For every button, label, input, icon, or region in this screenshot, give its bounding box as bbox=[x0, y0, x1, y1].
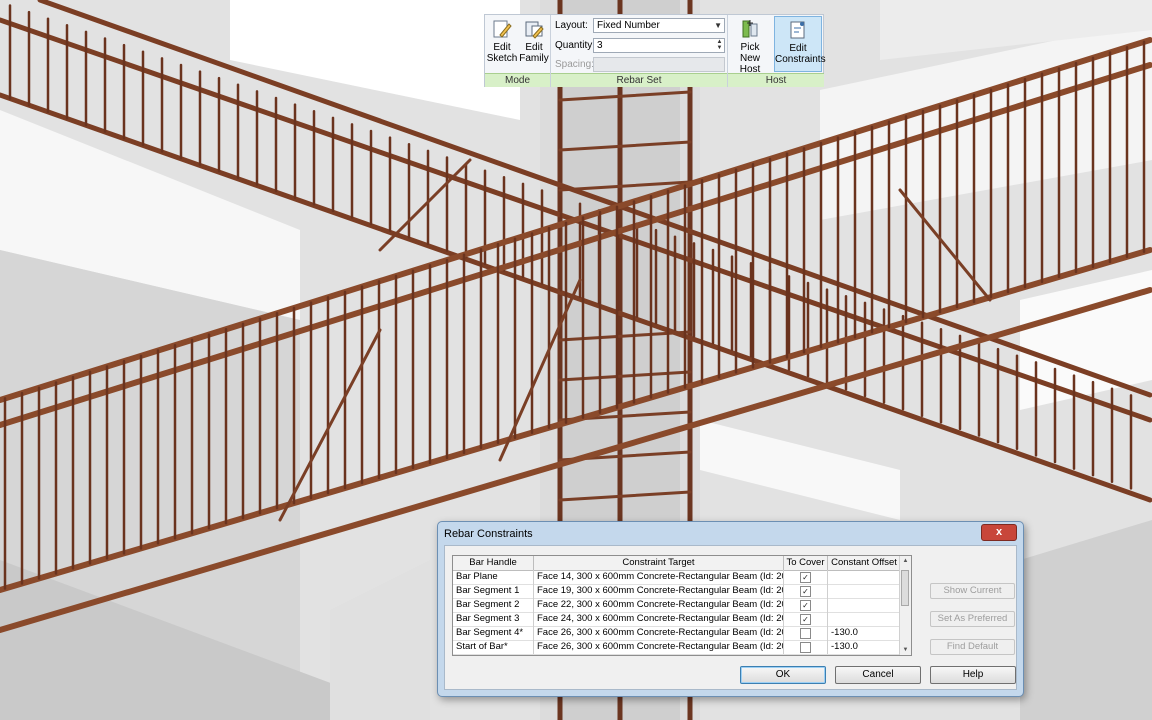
table-row[interactable]: Bar Plane Face 14, 300 x 600mm Concrete-R… bbox=[453, 570, 901, 585]
table-row[interactable]: Bar Segment 1 Face 19, 300 x 600mm Concre… bbox=[453, 584, 901, 599]
rebar-set-panel-title: Rebar Set bbox=[551, 73, 727, 87]
constraint-target-cell[interactable]: Face 22, 300 x 600mm Concrete-Rectangula… bbox=[534, 598, 784, 612]
family-edit-icon bbox=[525, 21, 544, 39]
to-cover-cell bbox=[784, 626, 828, 640]
ok-button[interactable]: OK bbox=[740, 666, 826, 684]
layout-dropdown[interactable]: Fixed Number ▼ bbox=[593, 18, 725, 33]
edit-constraints-label: Edit Constraints bbox=[775, 43, 826, 65]
table-row[interactable]: Bar Segment 4* Face 26, 300 x 600mm Concr… bbox=[453, 626, 901, 641]
mode-panel: Edit Sketch Edit Family Mode bbox=[485, 15, 551, 87]
column-header-to-cover[interactable]: To Cover bbox=[784, 556, 828, 570]
modify-rebar-ribbon: Edit Sketch Edit Family Mode Layout: Fix… bbox=[484, 14, 826, 87]
pick-new-host-label: Pick New Host bbox=[739, 42, 761, 75]
find-default-button: Find Default bbox=[930, 639, 1015, 655]
bar-handle-cell: Bar Plane bbox=[453, 570, 534, 584]
table-row[interactable]: Start of Bar* Face 26, 300 x 600mm Concre… bbox=[453, 640, 901, 655]
bar-handle-cell: Bar Segment 1 bbox=[453, 584, 534, 598]
constant-offset-cell[interactable] bbox=[828, 570, 901, 584]
constraints-icon bbox=[790, 21, 805, 39]
pick-new-host-button[interactable]: Pick New Host bbox=[730, 18, 770, 75]
to-cover-checkbox[interactable]: ✓ bbox=[800, 572, 811, 583]
constraint-target-cell[interactable]: Face 19, 300 x 600mm Concrete-Rectangula… bbox=[534, 584, 784, 598]
scroll-thumb[interactable] bbox=[901, 570, 909, 606]
spinner-arrows-icon[interactable]: ▲ ▼ bbox=[716, 39, 723, 51]
constant-offset-cell[interactable]: -130.0 bbox=[828, 640, 901, 654]
host-panel-title: Host bbox=[728, 73, 824, 87]
quantity-stepper[interactable]: 3 ▲ ▼ bbox=[593, 38, 725, 53]
column-header-bar-handle[interactable]: Bar Handle bbox=[453, 556, 534, 570]
bar-handle-cell: Bar Segment 4* bbox=[453, 626, 534, 640]
constraint-target-cell[interactable]: Face 26, 300 x 600mm Concrete-Rectangula… bbox=[534, 640, 784, 654]
pick-host-icon bbox=[742, 20, 758, 38]
table-row[interactable]: Bar Segment 2 Face 22, 300 x 600mm Concre… bbox=[453, 598, 901, 613]
column-header-constant-offset[interactable]: Constant Offset bbox=[828, 556, 901, 570]
column-header-constraint-target[interactable]: Constraint Target bbox=[534, 556, 784, 570]
host-panel: Pick New Host Edit Constraints Host bbox=[728, 15, 826, 87]
help-button[interactable]: Help bbox=[930, 666, 1016, 684]
layout-label: Layout: bbox=[555, 20, 588, 31]
to-cover-checkbox[interactable]: ✓ bbox=[800, 600, 811, 611]
edit-family-button[interactable]: Edit Family bbox=[518, 18, 550, 64]
to-cover-checkbox[interactable] bbox=[800, 628, 811, 639]
constant-offset-cell[interactable] bbox=[828, 612, 901, 626]
table-row[interactable]: Bar Segment 3 Face 24, 300 x 600mm Concre… bbox=[453, 612, 901, 627]
table-scrollbar[interactable]: ▲ ▼ bbox=[899, 556, 911, 655]
cancel-button[interactable]: Cancel bbox=[835, 666, 921, 684]
constraint-target-cell[interactable]: Face 14, 300 x 600mm Concrete-Rectangula… bbox=[534, 570, 784, 584]
quantity-value: 3 bbox=[597, 40, 603, 51]
close-icon: x bbox=[995, 526, 1003, 538]
constraints-table: Bar Handle Constraint Target To Cover Co… bbox=[452, 555, 912, 656]
scroll-down-icon[interactable]: ▼ bbox=[900, 645, 911, 655]
dialog-title: Rebar Constraints bbox=[444, 528, 533, 540]
close-button[interactable]: x bbox=[981, 524, 1017, 541]
mode-panel-title: Mode bbox=[485, 73, 550, 87]
constraint-target-cell[interactable]: Face 24, 300 x 600mm Concrete-Rectangula… bbox=[534, 612, 784, 626]
to-cover-cell: ✓ bbox=[784, 598, 828, 612]
spacing-label: Spacing: bbox=[555, 59, 594, 70]
edit-constraints-button[interactable]: Edit Constraints bbox=[774, 16, 826, 72]
to-cover-cell: ✓ bbox=[784, 612, 828, 626]
scroll-up-icon[interactable]: ▲ bbox=[900, 556, 911, 566]
layout-value: Fixed Number bbox=[597, 20, 660, 31]
quantity-label: Quantity: bbox=[555, 40, 596, 51]
to-cover-cell: ✓ bbox=[784, 570, 828, 584]
rebar-constraints-dialog: Rebar Constraints x Bar Handle Constrain… bbox=[437, 521, 1024, 697]
pencil-sketch-icon bbox=[493, 20, 512, 38]
edit-family-label: Edit Family bbox=[519, 42, 549, 64]
constant-offset-cell[interactable] bbox=[828, 584, 901, 598]
dialog-body: Bar Handle Constraint Target To Cover Co… bbox=[444, 545, 1017, 690]
to-cover-cell bbox=[784, 640, 828, 654]
to-cover-checkbox[interactable]: ✓ bbox=[800, 614, 811, 625]
bar-handle-cell: Bar Segment 2 bbox=[453, 598, 534, 612]
set-as-preferred-button: Set As Preferred bbox=[930, 611, 1015, 627]
show-current-button: Show Current bbox=[930, 583, 1015, 599]
bar-handle-cell: Start of Bar* bbox=[453, 640, 534, 654]
spacing-field bbox=[593, 57, 725, 72]
rebar-set-panel: Layout: Fixed Number ▼ Quantity: 3 ▲ ▼ Sp… bbox=[551, 15, 728, 87]
bar-handle-cell: Bar Segment 3 bbox=[453, 612, 534, 626]
to-cover-checkbox[interactable]: ✓ bbox=[800, 586, 811, 597]
chevron-down-icon: ▼ bbox=[714, 21, 722, 30]
constant-offset-cell[interactable]: -130.0 bbox=[828, 626, 901, 640]
constant-offset-cell[interactable] bbox=[828, 598, 901, 612]
constraint-target-cell[interactable]: Face 26, 300 x 600mm Concrete-Rectangula… bbox=[534, 626, 784, 640]
edit-sketch-button[interactable]: Edit Sketch bbox=[486, 18, 518, 64]
to-cover-cell: ✓ bbox=[784, 584, 828, 598]
edit-sketch-label: Edit Sketch bbox=[486, 42, 518, 64]
table-header: Bar Handle Constraint Target To Cover Co… bbox=[453, 556, 901, 571]
to-cover-checkbox[interactable] bbox=[800, 642, 811, 653]
